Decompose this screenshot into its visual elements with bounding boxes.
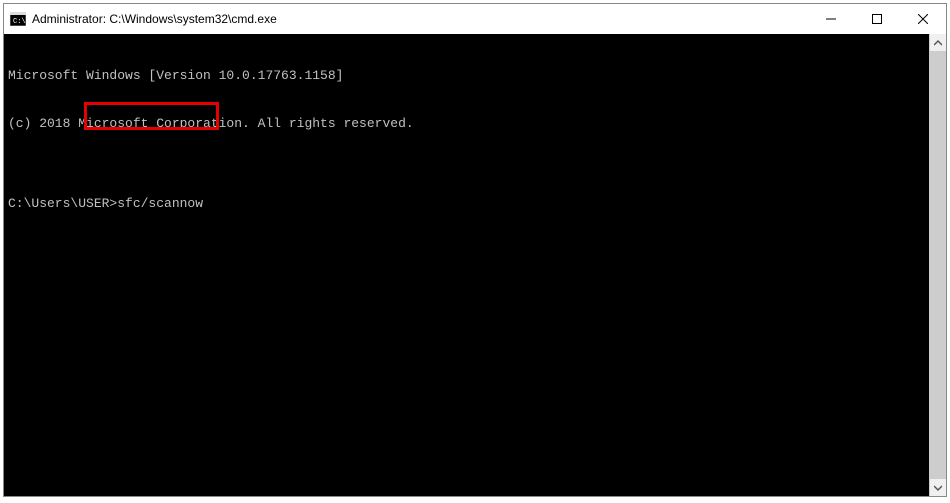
minimize-icon (826, 12, 836, 27)
prompt-line: C:\Users\USER>sfc/scannow (8, 196, 925, 212)
chevron-up-icon (934, 34, 942, 52)
version-line: Microsoft Windows [Version 10.0.17763.11… (8, 68, 925, 84)
scroll-down-button[interactable] (930, 479, 946, 496)
vertical-scrollbar[interactable] (929, 34, 946, 496)
svg-text:C:\: C:\ (13, 18, 26, 26)
titlebar[interactable]: C:\ Administrator: C:\Windows\system32\c… (4, 4, 946, 34)
cmd-icon: C:\ (10, 12, 26, 26)
scroll-track[interactable] (930, 51, 946, 479)
close-icon (918, 12, 928, 27)
maximize-button[interactable] (854, 4, 900, 34)
content-area: Microsoft Windows [Version 10.0.17763.11… (4, 34, 946, 496)
window-controls (808, 4, 946, 34)
window-title: Administrator: C:\Windows\system32\cmd.e… (32, 12, 808, 26)
copyright-line: (c) 2018 Microsoft Corporation. All righ… (8, 116, 925, 132)
maximize-icon (872, 12, 882, 27)
minimize-button[interactable] (808, 4, 854, 34)
command-text: sfc/scannow (117, 196, 203, 211)
terminal-output[interactable]: Microsoft Windows [Version 10.0.17763.11… (4, 34, 929, 496)
scroll-thumb[interactable] (930, 51, 946, 479)
cmd-window: C:\ Administrator: C:\Windows\system32\c… (3, 3, 947, 497)
close-button[interactable] (900, 4, 946, 34)
chevron-down-icon (934, 479, 942, 497)
scroll-up-button[interactable] (930, 34, 946, 51)
prompt-text: C:\Users\USER> (8, 196, 117, 211)
